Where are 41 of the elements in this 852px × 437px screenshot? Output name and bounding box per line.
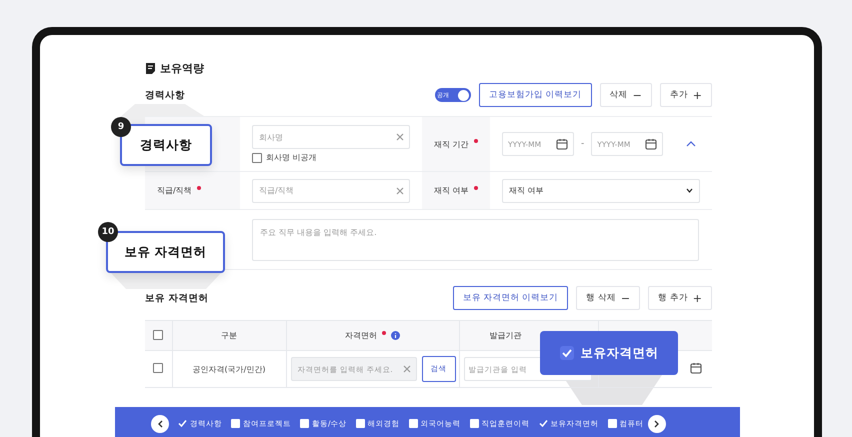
chevron-left-icon [157,420,163,428]
column-header: 발급기관 [490,330,522,341]
history-button[interactable]: 고용보험가입 이력보기 [478,83,592,107]
column-header: 자격면허 [345,330,377,341]
action-button[interactable]: 행 추가 + [648,286,712,310]
chevron-right-icon [654,420,660,428]
status-select[interactable]: 재직 여부 [502,178,700,202]
field-label: 재직 기간 [434,138,469,150]
chevron-down-icon [686,188,693,193]
action-button[interactable]: 행 삭제 − [576,286,640,310]
chevron-icon[interactable] [686,141,696,147]
tooltip: 보유자격면허 [540,331,678,375]
field-label: 직급/직책 [157,185,192,196]
check-icon [560,346,574,360]
separator: - [581,139,584,149]
clear-icon [402,365,410,373]
field-label: 재직 여부 [434,185,469,196]
clear-icon [396,133,404,141]
table-cell: 공인자격(국가/민간) [192,364,266,374]
section-title: 보유역량 [160,60,204,76]
action-button[interactable]: 삭제 − [600,83,652,107]
subsection-title: 경력사항 [145,88,185,102]
calendar-icon [690,362,702,374]
duties-field[interactable]: 주요 직무 내용을 입력해 주세요. [252,218,699,260]
checkbox[interactable] [153,330,164,340]
step-badge: 9 [111,117,131,137]
calendar-icon [556,138,568,150]
subsection-title: 보유 자격면허 [145,292,208,304]
action-button[interactable]: 추가 + [660,83,712,107]
previous-button[interactable] [151,414,169,432]
clear-icon [396,186,404,194]
position-field[interactable]: 직급/직책 [252,178,410,202]
calendar-icon [645,138,658,150]
next-button[interactable] [648,414,666,432]
company-field[interactable]: 회사명 [252,125,410,149]
checkbox-label: 회사명 비공개 [266,152,317,163]
document-icon [145,62,156,74]
history-button[interactable]: 보유 자격면허 이력보기 [452,286,568,310]
checkbox[interactable] [153,363,164,373]
column-header: 구분 [221,330,237,341]
checkbox[interactable] [252,152,262,162]
